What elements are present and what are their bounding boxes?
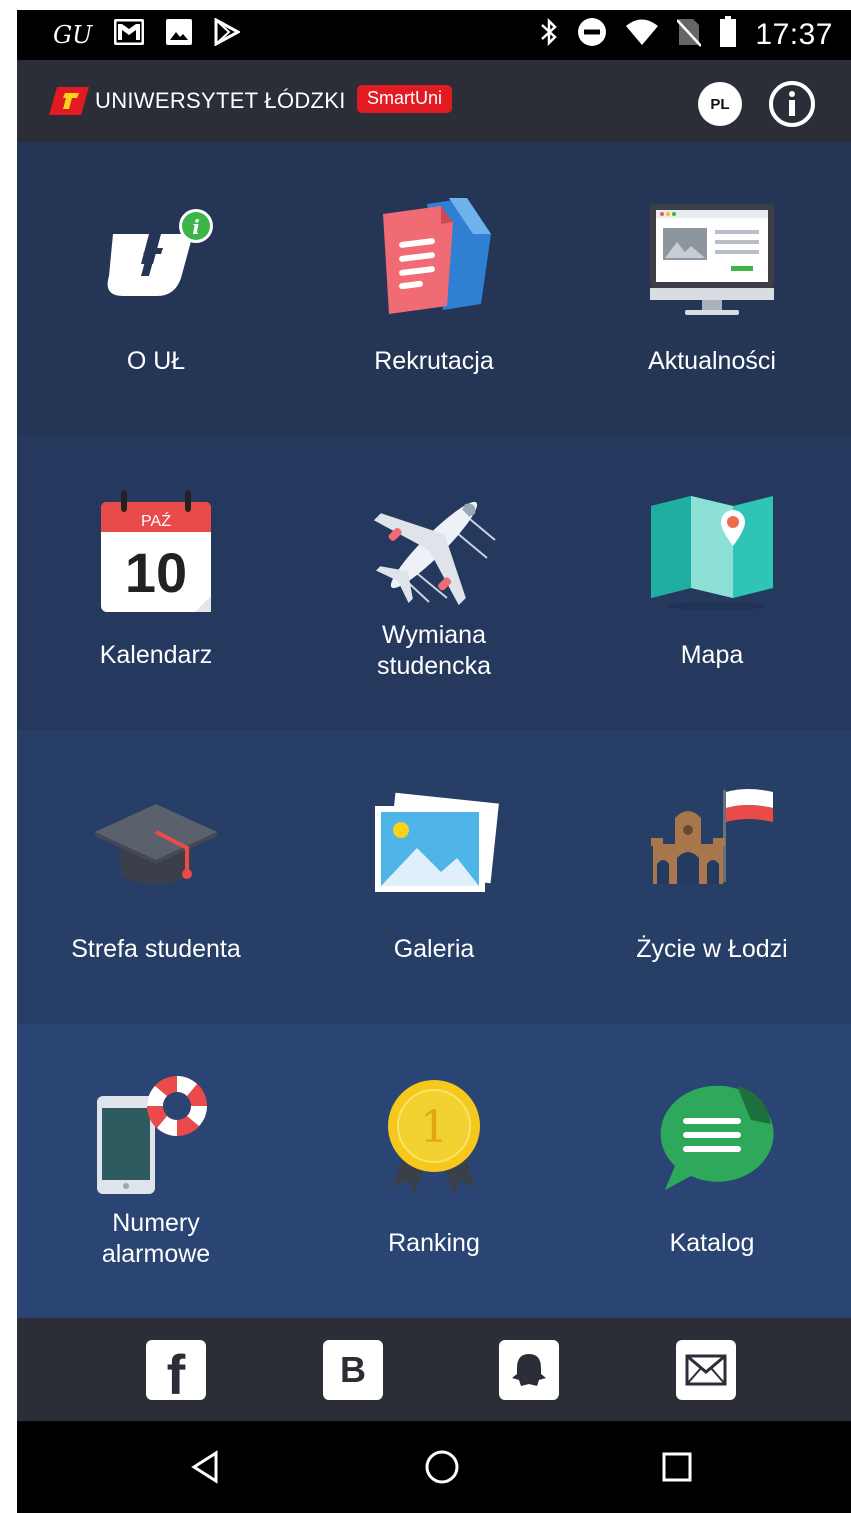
email-icon xyxy=(685,1354,727,1386)
home-button[interactable] xyxy=(422,1447,462,1487)
menu-row: i O UŁ Rekrutacja Aktualności xyxy=(17,142,851,436)
map-icon xyxy=(647,488,777,618)
phone-lifebuoy-icon xyxy=(91,1068,221,1198)
city-gate-flag-icon xyxy=(647,782,777,912)
recents-icon xyxy=(662,1452,692,1482)
airplane-icon xyxy=(369,480,499,610)
tile-kalendarz[interactable]: PAŹ 10 Kalendarz xyxy=(17,436,295,730)
snapchat-button[interactable] xyxy=(499,1340,559,1400)
status-bar: GU 17:37 xyxy=(17,10,851,60)
vk-button[interactable]: B xyxy=(323,1340,383,1400)
social-bar: f B xyxy=(17,1318,851,1421)
tile-label: Galeria xyxy=(393,935,475,963)
tile-aktualnosci[interactable]: Aktualności xyxy=(573,142,851,436)
medal-number: 1 xyxy=(420,1102,448,1153)
university-name: UNIWERSYTET ŁÓDZKI xyxy=(95,88,346,113)
tile-label: Życie w Łodzi xyxy=(636,935,788,963)
smartuni-badge: SmartUni xyxy=(357,85,453,113)
home-icon xyxy=(425,1450,459,1484)
menu-row: PAŹ 10 Kalendarz Wymiana studencka Mapa xyxy=(17,436,851,730)
status-app-text: GU xyxy=(53,20,93,49)
tile-galeria[interactable]: Galeria xyxy=(295,730,573,1024)
wifi-icon xyxy=(625,18,659,51)
gmail-icon xyxy=(113,18,145,50)
tile-strefa-studenta[interactable]: Strefa studenta xyxy=(17,730,295,1024)
recents-button[interactable] xyxy=(657,1447,697,1487)
tile-ranking[interactable]: 1 Ranking xyxy=(295,1024,573,1318)
calendar-day: 10 xyxy=(125,541,187,604)
tile-label: Wymiana studencka xyxy=(377,621,491,680)
info-icon xyxy=(769,81,815,127)
menu-grid: i O UŁ Rekrutacja Aktualności PAŹ 10 Kal… xyxy=(17,142,851,1318)
facebook-icon: f xyxy=(166,1343,186,1406)
tile-label: O UŁ xyxy=(126,347,186,375)
calendar-icon: PAŹ 10 xyxy=(91,488,221,618)
tile-label: Numery alarmowe xyxy=(101,1209,211,1268)
back-icon xyxy=(191,1450,218,1484)
tile-label: Ranking xyxy=(388,1229,480,1257)
medal-icon: 1 xyxy=(369,1076,499,1206)
no-sim-icon xyxy=(676,17,703,52)
menu-row: Strefa studenta Galeria Życie w Łodzi xyxy=(17,730,851,1024)
vk-icon: B xyxy=(340,1349,366,1390)
do-not-disturb-icon xyxy=(577,17,607,52)
tile-label: Mapa xyxy=(680,641,744,669)
bluetooth-icon xyxy=(539,17,559,52)
navigation-bar xyxy=(17,1421,851,1513)
tile-mapa[interactable]: Mapa xyxy=(573,436,851,730)
language-button[interactable]: PL xyxy=(698,82,742,126)
tile-o-ul[interactable]: i O UŁ xyxy=(17,142,295,436)
phone-screen: GU 17:37 UNIWERSYTET ŁÓDZKI SmartUni PL … xyxy=(17,10,851,1513)
tile-katalog[interactable]: Katalog xyxy=(573,1024,851,1318)
tile-label: Katalog xyxy=(669,1229,755,1257)
graduation-cap-icon xyxy=(91,782,221,912)
tile-label: Aktualności xyxy=(648,347,776,375)
image-icon xyxy=(166,19,193,50)
snapchat-icon xyxy=(512,1354,546,1386)
tile-numery-alarmowe[interactable]: Numery alarmowe xyxy=(17,1024,295,1318)
monitor-news-icon xyxy=(647,194,777,324)
status-time: 17:37 xyxy=(755,17,833,51)
play-store-icon xyxy=(214,17,242,51)
email-button[interactable] xyxy=(676,1340,736,1400)
tile-wymiana-studencka[interactable]: Wymiana studencka xyxy=(295,436,573,730)
menu-row: Numery alarmowe 1 Ranking Katalog xyxy=(17,1024,851,1318)
university-logo-icon xyxy=(49,87,89,120)
tile-label: Rekrutacja xyxy=(374,347,494,375)
tile-label: Kalendarz xyxy=(99,641,213,669)
documents-icon xyxy=(369,194,499,324)
calendar-month: PAŹ xyxy=(141,511,171,530)
ul-logo-icon: i xyxy=(91,194,221,324)
tile-zycie-w-lodzi[interactable]: Życie w Łodzi xyxy=(573,730,851,1024)
svg-text:i: i xyxy=(192,215,200,239)
app-header: UNIWERSYTET ŁÓDZKI SmartUni PL xyxy=(17,60,851,142)
facebook-button[interactable]: f xyxy=(146,1340,206,1405)
chat-bubble-icon xyxy=(647,1076,777,1206)
battery-icon xyxy=(719,16,737,53)
tile-label: Strefa studenta xyxy=(71,935,241,963)
gallery-icon xyxy=(369,782,499,912)
tile-rekrutacja[interactable]: Rekrutacja xyxy=(295,142,573,436)
info-button[interactable] xyxy=(768,80,816,128)
back-button[interactable] xyxy=(187,1447,227,1487)
